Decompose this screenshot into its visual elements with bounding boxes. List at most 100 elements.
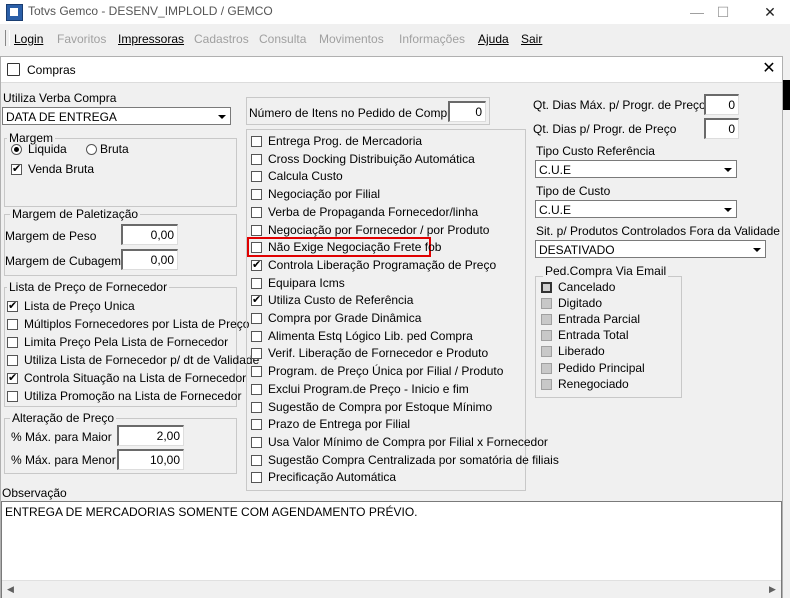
- entrada-parcial-label: Entrada Parcial: [558, 312, 641, 327]
- utiliza-promocao-na-lista-de-fornecedor-checkbox[interactable]: [7, 391, 18, 402]
- max-menor-label: % Máx. para Menor: [11, 453, 116, 467]
- observacao-text: ENTREGA DE MERCADORIAS SOMENTE COM AGEND…: [5, 505, 418, 519]
- pedido-principal-checkbox[interactable]: [541, 362, 552, 374]
- utiliza-verba-value: DATA DE ENTREGA: [6, 110, 117, 124]
- negociacao-por-filial-checkbox[interactable]: [251, 189, 262, 201]
- sugestao-compra-centralizada-por-somator-checkbox[interactable]: [251, 454, 262, 466]
- maximize-button[interactable]: ☐: [708, 2, 738, 22]
- menu-login[interactable]: Login: [14, 32, 43, 46]
- verba-de-propaganda-fornecedor-linha-label: Verba de Propaganda Fornecedor/linha: [268, 204, 479, 219]
- cross-docking-distribuicao-automatica-checkbox[interactable]: [251, 153, 262, 165]
- num-itens-input[interactable]: 0: [448, 101, 486, 122]
- lista-de-preco-unica-checkbox[interactable]: [7, 299, 18, 313]
- controla-situacao-na-lista-de-fornecedor-checkbox[interactable]: [7, 371, 18, 385]
- utiliza-custo-de-referencia-checkbox[interactable]: [251, 293, 262, 307]
- max-maior-label: % Máx. para Maior: [11, 430, 112, 444]
- cross-docking-distribuicao-automatica-label: Cross Docking Distribuição Automática: [268, 151, 475, 166]
- verif-liberacao-de-fornecedor-e-produto-label: Verif. Liberação de Fornecedor e Produto: [268, 346, 489, 361]
- negociacao-por-fornecedor-por-produto-checkbox[interactable]: [251, 224, 262, 236]
- utiliza-verba-select[interactable]: DATA DE ENTREGA: [2, 107, 231, 125]
- menu-favoritos[interactable]: Favoritos: [57, 32, 106, 46]
- liquida-radio[interactable]: [11, 144, 22, 155]
- menu-impressoras[interactable]: Impressoras: [118, 32, 184, 46]
- menu-cadastros[interactable]: Cadastros: [194, 32, 249, 46]
- utiliza-promocao-na-lista-de-fornecedor-label: Utiliza Promoção na Lista de Fornecedor: [24, 389, 242, 403]
- negociacao-por-filial-label: Negociação por Filial: [268, 187, 381, 202]
- scroll-right-icon[interactable]: ▶: [764, 581, 781, 598]
- digitado-checkbox[interactable]: [541, 298, 552, 310]
- menu-movimentos[interactable]: Movimentos: [319, 32, 384, 46]
- dialog-title-bar: Compras ✕: [1, 57, 782, 83]
- liberado-label: Liberado: [558, 344, 605, 359]
- margem-cubagem-input[interactable]: 0,00: [121, 249, 178, 270]
- equipara-icms-checkbox[interactable]: [251, 277, 262, 289]
- bruta-radio[interactable]: [86, 144, 97, 155]
- prazo-de-entrega-por-filial-checkbox[interactable]: [251, 419, 262, 431]
- sit-produtos-select[interactable]: DESATIVADO: [535, 240, 766, 258]
- verif-liberacao-de-fornecedor-e-produto-checkbox[interactable]: [251, 348, 262, 360]
- chevron-down-icon[interactable]: [214, 109, 229, 123]
- usa-valor-minimo-de-compra-por-filial-x--checkbox[interactable]: [251, 436, 262, 448]
- nao-exige-negociacao-frete-fob-checkbox[interactable]: [251, 242, 262, 254]
- tipo-custo-ref-select[interactable]: C.U.E: [535, 160, 737, 178]
- alimenta-estq-logico-lib-ped-compra-label: Alimenta Estq Lógico Lib. ped Compra: [268, 328, 473, 343]
- menu-consulta[interactable]: Consulta: [259, 32, 306, 46]
- menu-sair[interactable]: Sair: [521, 32, 542, 46]
- tipo-custo-label: Tipo de Custo: [536, 184, 611, 198]
- margem-cubagem-label: Margem de Cubagem: [5, 254, 122, 268]
- program-de-preco-unica-por-filial-produt-checkbox[interactable]: [251, 366, 262, 378]
- close-window-button[interactable]: ✕: [755, 2, 785, 22]
- ped-compra-title: Ped.Compra Via Email: [543, 264, 669, 278]
- chevron-down-icon[interactable]: [720, 162, 735, 176]
- entrada-parcial-checkbox[interactable]: [541, 314, 552, 326]
- scroll-left-icon[interactable]: ◀: [2, 581, 19, 598]
- menu-informacoes[interactable]: Informações: [399, 32, 465, 46]
- max-maior-input[interactable]: 2,00: [117, 425, 184, 446]
- equipara-icms-label: Equipara Icms: [268, 275, 345, 290]
- limita-preco-pela-lista-de-fornecedor-label: Limita Preço Pela Lista de Fornecedor: [24, 335, 229, 349]
- liquida-label: Liquida: [28, 142, 67, 156]
- controla-liberacao-programacao-de-preco-checkbox[interactable]: [251, 258, 262, 272]
- nao-exige-negociacao-frete-fob-label: Não Exige Negociação Frete fob: [268, 240, 442, 255]
- tipo-custo-select[interactable]: C.U.E: [535, 200, 737, 218]
- utiliza-verba-label: Utiliza Verba Compra: [3, 91, 117, 105]
- qt-dias-max-input[interactable]: 0: [704, 94, 739, 115]
- margem-peso-label: Margem de Peso: [5, 229, 97, 243]
- renegociado-checkbox[interactable]: [541, 378, 552, 390]
- tipo-custo-value: C.U.E: [539, 203, 572, 217]
- multiplos-fornecedores-por-lista-de-prec-checkbox[interactable]: [7, 319, 18, 330]
- app-icon: [6, 4, 23, 21]
- tipo-custo-ref-label: Tipo Custo Referência: [536, 144, 655, 158]
- max-menor-input[interactable]: 10,00: [117, 449, 184, 470]
- chevron-down-icon[interactable]: [720, 202, 735, 216]
- dialog-close-button[interactable]: ✕: [759, 59, 779, 79]
- qt-dias-max-label: Qt. Dias Máx. p/ Progr. de Preço: [533, 98, 706, 112]
- qt-dias-input[interactable]: 0: [704, 118, 739, 139]
- utiliza-lista-de-fornecedor-p-dt-de-vali-label: Utiliza Lista de Fornecedor p/ dt de Val…: [24, 353, 260, 367]
- limita-preco-pela-lista-de-fornecedor-checkbox[interactable]: [7, 337, 18, 348]
- lista-preco-title: Lista de Preço de Fornecedor: [7, 280, 170, 294]
- verba-de-propaganda-fornecedor-linha-checkbox[interactable]: [251, 206, 262, 218]
- entrada-total-checkbox[interactable]: [541, 330, 552, 342]
- precificacao-automatica-checkbox[interactable]: [251, 472, 262, 484]
- venda-bruta-checkbox[interactable]: [11, 162, 22, 176]
- sugestao-de-compra-por-estoque-minimo-checkbox[interactable]: [251, 401, 262, 413]
- entrega-prog-de-mercadoria-checkbox[interactable]: [251, 136, 262, 147]
- alimenta-estq-logico-lib-ped-compra-checkbox[interactable]: [251, 330, 262, 342]
- menu-ajuda[interactable]: Ajuda: [478, 32, 509, 46]
- liberado-checkbox[interactable]: [541, 346, 552, 358]
- exclui-program-de-preco-inicio-e-fim-checkbox[interactable]: [251, 383, 262, 395]
- utiliza-lista-de-fornecedor-p-dt-de-vali-checkbox[interactable]: [7, 355, 18, 366]
- observacao-textarea[interactable]: ENTREGA DE MERCADORIAS SOMENTE COM AGEND…: [1, 501, 782, 598]
- cancelado-checkbox[interactable]: [541, 282, 552, 293]
- venda-bruta-label: Venda Bruta: [28, 162, 95, 176]
- menu-bar: Login Favoritos Impressoras Cadastros Co…: [0, 28, 790, 50]
- chevron-down-icon[interactable]: [749, 242, 764, 256]
- margem-peso-input[interactable]: 0,00: [121, 224, 178, 245]
- bruta-label: Bruta: [100, 142, 129, 156]
- prazo-de-entrega-por-filial-label: Prazo de Entrega por Filial: [268, 417, 411, 432]
- horizontal-scrollbar[interactable]: ◀ ▶: [2, 580, 781, 598]
- calcula-custo-checkbox[interactable]: [251, 171, 262, 183]
- compra-por-grade-dinamica-checkbox[interactable]: [251, 313, 262, 324]
- negociacao-por-fornecedor-por-produto-label: Negociação por Fornecedor / por Produto: [268, 222, 490, 237]
